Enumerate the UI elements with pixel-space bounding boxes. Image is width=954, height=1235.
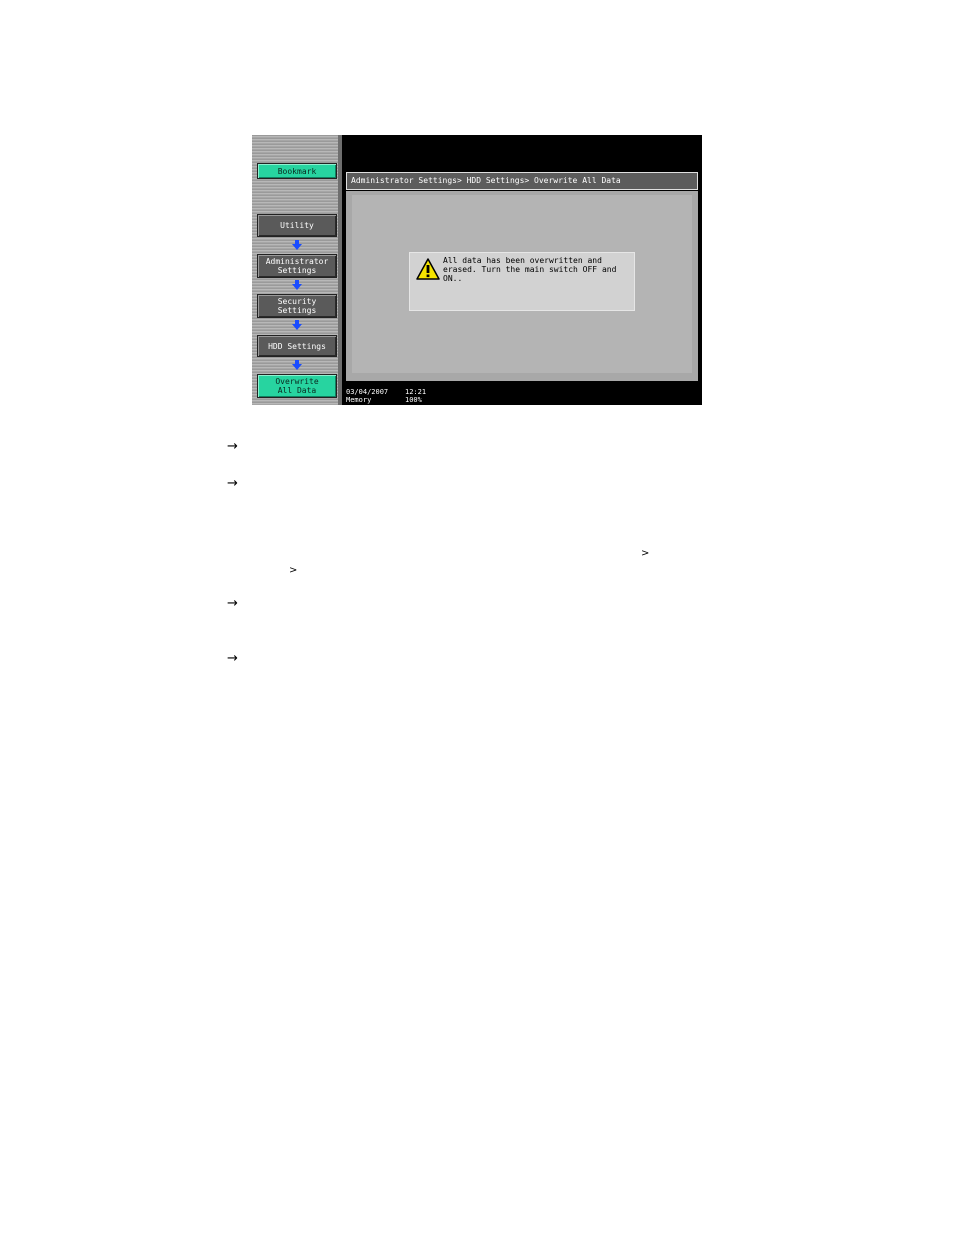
sidebar-item-security-settings[interactable]: Security Settings (257, 294, 337, 318)
status-date: 03/04/2007 (346, 388, 389, 396)
menu-path-separator: > (641, 548, 650, 559)
control-panel-screenshot: Bookmark Utility Administrator Settings … (252, 135, 702, 405)
sidebar-item-overwrite-all-data[interactable]: Overwrite All Data (257, 374, 337, 398)
warning-icon (416, 258, 440, 280)
down-arrow-icon (292, 240, 302, 250)
sidebar: Bookmark Utility Administrator Settings … (252, 135, 342, 405)
status-memory-label: Memory (346, 396, 372, 404)
bookmark-button[interactable]: Bookmark (257, 163, 337, 179)
sidebar-item-administrator-settings[interactable]: Administrator Settings (257, 254, 337, 278)
step-arrow-icon: → (227, 439, 238, 454)
sidebar-item-hdd-settings[interactable]: HDD Settings (257, 335, 337, 357)
sidebar-item-utility[interactable]: Utility (257, 214, 337, 237)
message-text: All data has been overwritten and erased… (443, 256, 617, 283)
status-memory-value: 100% (405, 396, 422, 404)
status-time: 12:21 (405, 388, 427, 396)
step-arrow-icon: → (227, 476, 238, 491)
down-arrow-icon (292, 280, 302, 290)
down-arrow-icon (292, 320, 302, 330)
down-arrow-icon (292, 360, 302, 370)
sidebar-divider (338, 135, 342, 405)
step-arrow-icon: → (227, 651, 238, 666)
step-arrow-icon: → (227, 596, 238, 611)
breadcrumb: Administrator Settings> HDD Settings> Ov… (346, 172, 698, 190)
menu-path-separator: > (289, 565, 298, 576)
message-dialog: All data has been overwritten and erased… (409, 252, 635, 311)
status-bar: 03/04/2007 12:21 Memory 100% (346, 385, 702, 405)
